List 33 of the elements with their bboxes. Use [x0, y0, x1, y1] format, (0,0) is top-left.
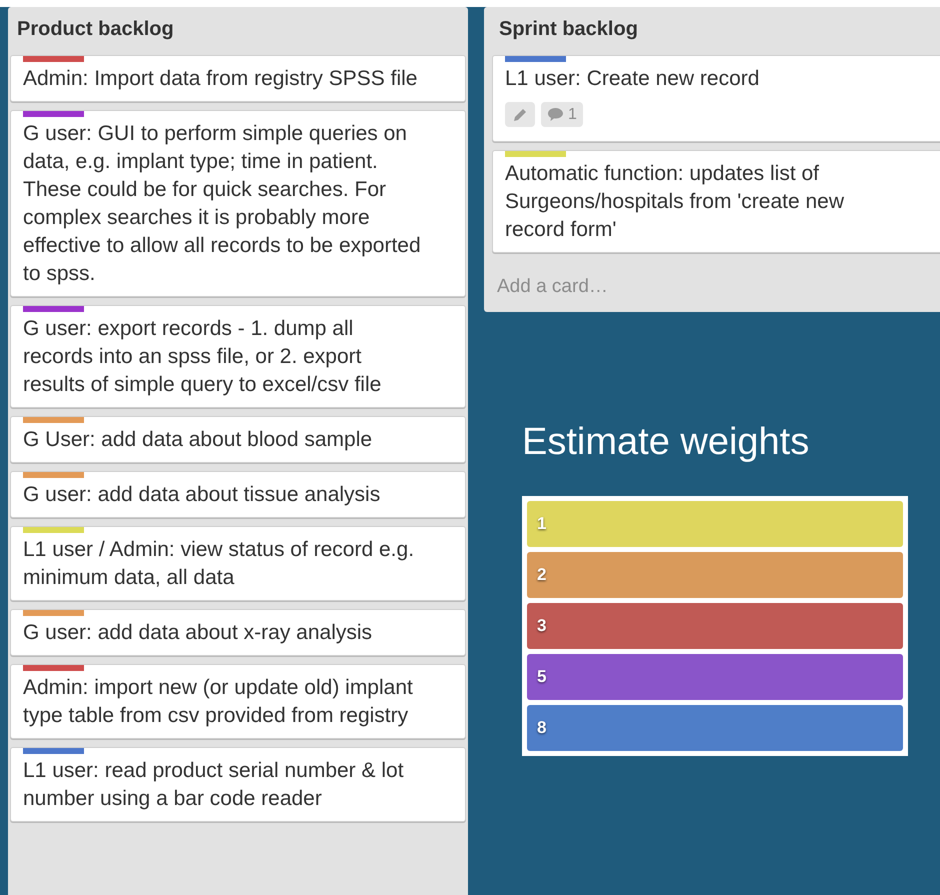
- card-title: G User: add data about blood sample: [23, 427, 374, 453]
- pencil-icon: [505, 102, 535, 127]
- card-title: G user: export records - 1. dump all records into an spss file, or 2. export results of simple query to excel/csv file: [23, 316, 382, 398]
- card[interactable]: G user: add data about x-ray analysis: [10, 609, 466, 656]
- legend-title: Estimate weights: [522, 420, 810, 464]
- card[interactable]: Automatic function: updates list of Surgeons/hospitals from 'create new record form': [492, 150, 940, 253]
- card[interactable]: G user: export records - 1. dump all records into an spss file, or 2. export results of simple query to excel/csv file: [10, 305, 466, 408]
- card[interactable]: L1 user / Admin: view status of record e.g. minimum data, all data: [10, 526, 466, 601]
- card-title: G user: GUI to perform simple queries on data, e.g. implant type; time in patient. These could be for quick searches. For complex searches it is probably more effective to allow all records to be exported to spss.: [23, 121, 421, 287]
- card[interactable]: Admin: import new (or update old) implant type table from csv provided from registry: [10, 664, 466, 739]
- card[interactable]: L1 user: Create new record 1: [492, 55, 940, 142]
- weight-label: 3: [527, 602, 903, 648]
- card-title: G user: add data about tissue analysis: [23, 482, 382, 508]
- card[interactable]: [10, 110, 466, 297]
- card-title: Automatic function: updates list of Surgeons/hospitals from 'create new record form': [505, 161, 846, 243]
- weight-label: 8: [527, 704, 903, 750]
- card-title: Admin: Import data from registry SPSS file: [23, 66, 418, 92]
- weight-label: 2: [527, 552, 903, 598]
- list-title: Sprint backlog: [498, 17, 639, 41]
- comment-count: 1: [541, 102, 583, 127]
- card-title: G user: add data about x-ray analysis: [23, 620, 374, 646]
- comment-icon: [547, 107, 564, 122]
- card-title: Admin: import new (or update old) implant type table from csv provided from registry: [23, 675, 414, 729]
- weight-label: 1: [527, 500, 903, 546]
- card[interactable]: Admin: Import data from registry SPSS file: [10, 55, 466, 102]
- card[interactable]: G user: add data about tissue analysis: [10, 471, 466, 518]
- card-title: L1 user: Create new record: [505, 66, 760, 92]
- card-title: L1 user / Admin: view status of record e.g. minimum data, all data: [23, 537, 416, 591]
- card[interactable]: G User: add data about blood sample: [10, 416, 466, 463]
- list-title: Product backlog: [16, 17, 175, 41]
- card[interactable]: L1 user: read product serial number & lot number using a bar code reader: [10, 747, 466, 822]
- card-title: L1 user: read product serial number & lot number using a bar code reader: [23, 758, 405, 812]
- weight-label: 5: [527, 654, 903, 700]
